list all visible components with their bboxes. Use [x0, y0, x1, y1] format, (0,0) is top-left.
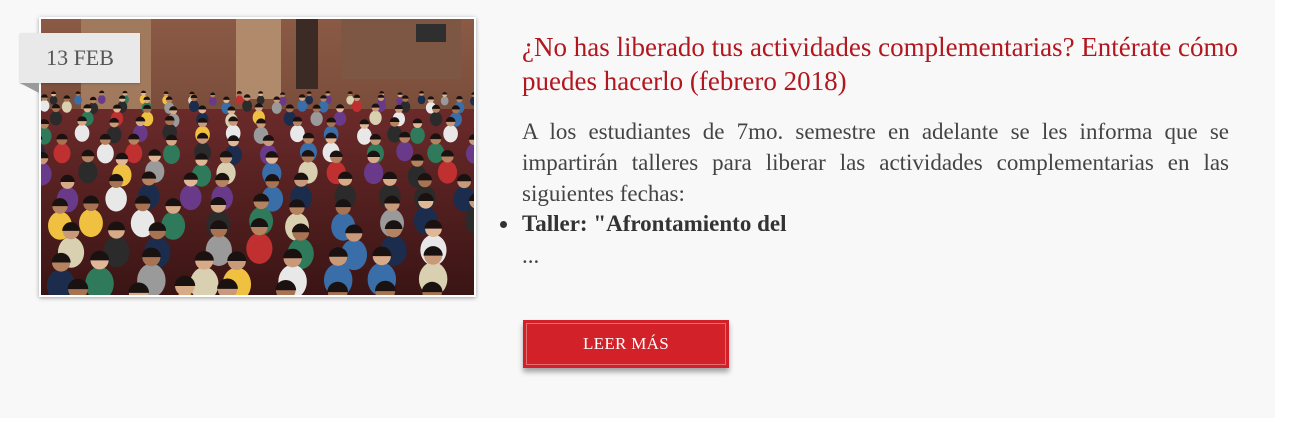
audience-member-body [74, 95, 82, 105]
audience-member-body [61, 100, 72, 113]
audience-member-body [363, 161, 384, 185]
audience-member-body [74, 124, 90, 142]
audience-member-body [351, 100, 362, 113]
audience-member-body [188, 100, 199, 113]
audience-member-body [235, 95, 244, 105]
bullet-dot-icon [500, 221, 507, 228]
audience-member-body [440, 96, 449, 106]
audience-member-body [79, 208, 103, 238]
news-card: 13 FEB ¿No has liberado tus actividades … [0, 0, 1275, 418]
audience-member-body [96, 143, 114, 164]
audience-member-body [163, 143, 180, 165]
excerpt-ellipsis: ... [522, 243, 540, 268]
audience-member-body [357, 127, 372, 145]
post-excerpt: A los estudiantes de 7mo. semestre en ad… [522, 119, 1229, 206]
audience-member-body [333, 111, 347, 126]
audience-member-body [97, 94, 106, 104]
audience-member-body [105, 186, 127, 212]
audience-member-body [297, 99, 308, 112]
post-bullet-list: Taller: "Afrontamiento del [500, 208, 787, 239]
audience-member-body [437, 160, 458, 184]
audience-member-body [427, 142, 445, 163]
bullet-item: Taller: "Afrontamiento del [500, 208, 787, 239]
audience-member-body [78, 160, 98, 184]
post-title[interactable]: ¿No has liberado tus actividades complem… [522, 30, 1242, 98]
audience-member-body [256, 95, 265, 105]
audience-member-body [290, 124, 305, 143]
audience-member-body [443, 125, 458, 143]
audience-member-body [429, 111, 443, 127]
audience-member-body [53, 143, 71, 164]
audience-member-body [369, 110, 382, 126]
date-badge: 13 FEB [20, 33, 140, 83]
audience-member-body [417, 95, 426, 105]
audience-member-body [242, 99, 253, 112]
read-more-button[interactable]: LEER MÁS [523, 320, 729, 368]
audience-member-body [271, 102, 282, 114]
audience-member-body [49, 95, 58, 105]
audience-member-body [49, 110, 63, 126]
date-badge-fold [20, 83, 39, 93]
bullet-item-text: Taller: "Afrontamiento del [522, 211, 787, 236]
audience-member-body [387, 125, 402, 143]
audience-member-body [179, 184, 202, 211]
audience-member-body [208, 96, 217, 106]
audience-member-body [410, 126, 425, 144]
audience-member-body [396, 141, 414, 162]
audience-member-body [310, 111, 323, 127]
audience-member-body [246, 232, 273, 264]
audience-member-body [161, 211, 186, 240]
